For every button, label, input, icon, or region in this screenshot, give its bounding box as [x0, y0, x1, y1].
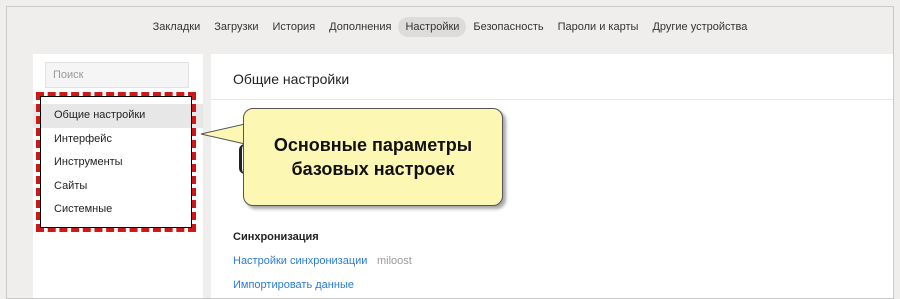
callout-line-1: Основные параметры	[273, 135, 473, 155]
search-input[interactable]: Поиск	[45, 62, 189, 88]
tab-other-devices[interactable]: Другие устройства	[645, 17, 754, 37]
menu-highlight-frame	[36, 92, 196, 232]
page-title: Общие настройки	[233, 71, 350, 87]
top-navigation: Закладки Загрузки История Дополнения Нас…	[7, 17, 893, 39]
tab-settings[interactable]: Настройки	[398, 17, 467, 37]
callout-line-2: базовых настроек	[291, 159, 455, 179]
tab-history[interactable]: История	[266, 17, 323, 37]
browser-settings-window: Закладки Загрузки История Дополнения Нас…	[6, 6, 894, 299]
tab-bookmarks[interactable]: Закладки	[146, 17, 208, 37]
title-divider	[211, 99, 893, 100]
tab-security[interactable]: Безопасность	[466, 17, 550, 37]
tab-passwords-cards[interactable]: Пароли и карты	[551, 17, 646, 37]
tab-downloads[interactable]: Загрузки	[207, 17, 265, 37]
sync-section-title: Синхронизация	[233, 231, 319, 243]
import-data-link[interactable]: Импортировать данные	[233, 279, 354, 291]
sync-username: miloost	[377, 255, 412, 267]
tab-extensions[interactable]: Дополнения	[322, 17, 398, 37]
sync-settings-link[interactable]: Настройки синхронизации	[233, 255, 367, 267]
callout-pointer	[200, 123, 247, 145]
annotation-callout: Основные параметры базовых настроек	[243, 108, 503, 206]
